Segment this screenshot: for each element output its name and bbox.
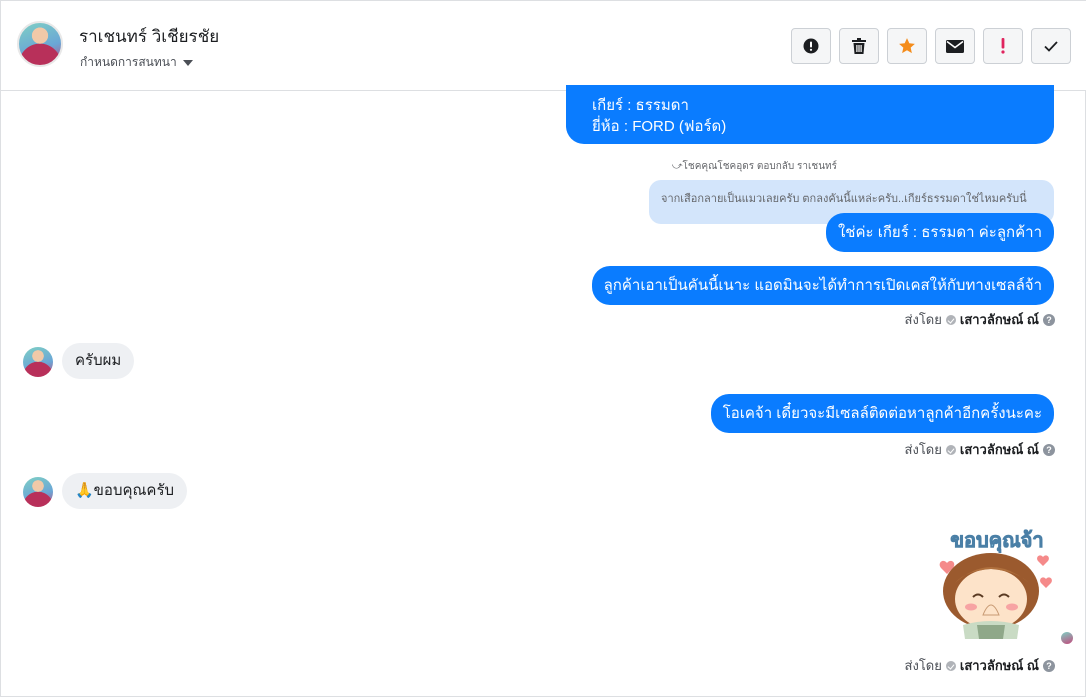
sent-by-prefix: ส่งโดย bbox=[904, 312, 942, 327]
sent-by-info: ส่งโดย เสาวลักษณ์ ณ์ ? bbox=[905, 309, 1055, 330]
avatar[interactable] bbox=[17, 21, 63, 67]
sent-by-info: ส่งโดย เสาวลักษณ์ ณ์ ? bbox=[905, 655, 1055, 676]
caret-down-icon bbox=[182, 59, 193, 66]
verified-icon bbox=[945, 444, 956, 455]
star-icon bbox=[899, 38, 915, 54]
star-button[interactable] bbox=[887, 28, 927, 64]
help-icon[interactable]: ? bbox=[1043, 659, 1055, 672]
exclamation-icon bbox=[1001, 38, 1005, 54]
verified-icon bbox=[945, 660, 956, 671]
outgoing-message[interactable]: เกียร์ : ธรรมดา ยี่ห้อ : FORD (ฟอร์ด) bbox=[566, 85, 1054, 144]
message-line: เกียร์ : ธรรมดา bbox=[592, 97, 689, 114]
reply-arrow-icon: ⤻ bbox=[671, 161, 683, 172]
outgoing-message[interactable]: ใช่ค่ะ เกียร์ : ธรรมดา ค่ะลูกค้าา bbox=[825, 213, 1054, 252]
conversation-setting-dropdown[interactable]: กำหนดการสนทนา bbox=[80, 53, 193, 72]
mark-unread-button[interactable] bbox=[935, 28, 975, 64]
agent-name: เสาวลักษณ์ ณ์ bbox=[959, 658, 1039, 673]
conversation-setting-label: กำหนดการสนทนา bbox=[80, 55, 177, 69]
contact-name[interactable]: ราเชนทร์ วิเชียรชัย bbox=[79, 23, 219, 50]
reply-label: ⤻โชคคุณโชคอุดร ตอบกลับ ราเชนทร์ bbox=[671, 161, 837, 172]
check-icon bbox=[1044, 40, 1058, 52]
outgoing-message[interactable]: โอเคจ้า เดี๋ยวจะมีเซลล์ติดต่อหาลูกค้าอีก… bbox=[710, 394, 1054, 433]
trash-icon bbox=[852, 38, 866, 54]
agent-name: เสาวลักษณ์ ณ์ bbox=[959, 312, 1039, 327]
agent-name: เสาวลักษณ์ ณ์ bbox=[959, 442, 1039, 457]
chat-window: ราเชนทร์ วิเชียรชัย กำหนดการสนทนา เกียร์… bbox=[0, 0, 1086, 697]
sent-by-prefix: ส่งโดย bbox=[904, 658, 942, 673]
avatar[interactable] bbox=[23, 477, 53, 507]
message-line: ยี่ห้อ : FORD (ฟอร์ด) bbox=[592, 118, 727, 135]
sent-by-info: ส่งโดย เสาวลักษณ์ ณ์ ? bbox=[905, 439, 1055, 460]
seen-avatar bbox=[1060, 631, 1074, 645]
delete-button[interactable] bbox=[839, 28, 879, 64]
envelope-icon bbox=[946, 39, 964, 53]
incoming-message[interactable]: ครับผม bbox=[62, 343, 135, 379]
mark-spam-button[interactable] bbox=[791, 28, 831, 64]
thank-you-sticker[interactable]: ขอบคุณจ้า bbox=[933, 521, 1061, 646]
avatar[interactable] bbox=[23, 347, 53, 377]
help-icon[interactable]: ? bbox=[1043, 443, 1055, 456]
help-icon[interactable]: ? bbox=[1043, 313, 1055, 326]
done-button[interactable] bbox=[1031, 28, 1071, 64]
sent-by-prefix: ส่งโดย bbox=[904, 442, 942, 457]
outgoing-message[interactable]: ลูกค้าเอาเป็นคันนี้เนาะ แอดมินจะได้ทำการ… bbox=[591, 266, 1054, 305]
conversation-header: ราเชนทร์ วิเชียรชัย กำหนดการสนทนา bbox=[1, 1, 1086, 91]
important-button[interactable] bbox=[983, 28, 1023, 64]
incoming-message[interactable]: 🙏ขอบคุณครับ bbox=[62, 473, 188, 509]
alert-circle-icon bbox=[803, 38, 819, 54]
header-toolbar bbox=[791, 28, 1071, 64]
verified-icon bbox=[945, 314, 956, 325]
sticker-text: ขอบคุณจ้า bbox=[950, 528, 1043, 553]
